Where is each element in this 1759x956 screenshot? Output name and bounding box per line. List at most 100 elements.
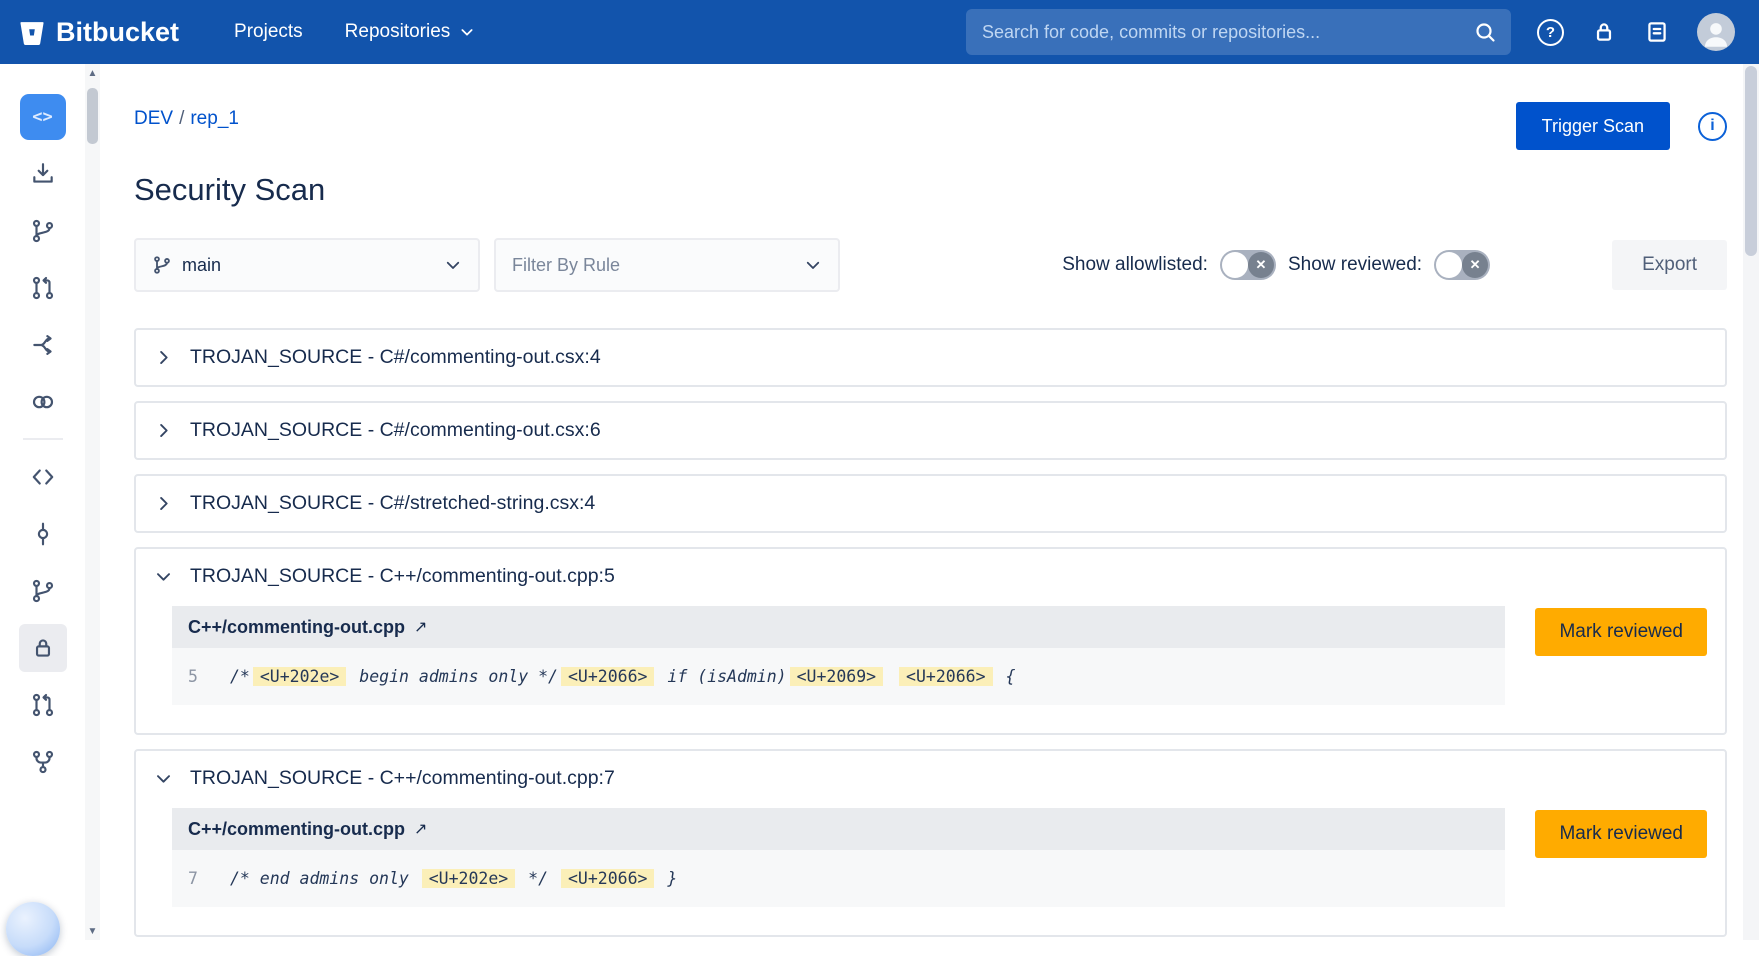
finding-title: TROJAN_SOURCE - C#/stretched-string.csx:… [190, 492, 595, 515]
branch-icon [152, 255, 172, 275]
code-segment: begin admins only */ [349, 667, 558, 686]
sidebar-item-pipelines[interactable] [0, 316, 85, 373]
code-line: 7/* end admins only <U+202e> */ <U+2066>… [172, 850, 1505, 907]
main-content: DEV/rep_1 Trigger Scan i Security Scan m… [100, 64, 1743, 940]
scroll-up-arrow[interactable]: ▲ [85, 64, 100, 82]
branch-selected-value: main [182, 255, 444, 276]
code-line: 5/*<U+202e> begin admins only */<U+2066>… [172, 648, 1505, 705]
file-name: C++/commenting-out.cpp [188, 617, 405, 638]
mark-reviewed-button[interactable]: Mark reviewed [1535, 608, 1707, 656]
findings-list: TROJAN_SOURCE - C#/commenting-out.csx:4 T… [134, 328, 1727, 937]
finding-title: TROJAN_SOURCE - C++/commenting-out.cpp:7 [190, 767, 615, 790]
assistant-bubble[interactable] [6, 902, 60, 956]
sidebar-item-pull-request-2[interactable] [0, 676, 85, 733]
file-link[interactable]: C++/commenting-out.cpp ↗ [172, 808, 1505, 850]
sidebar-item-security-scan[interactable] [0, 619, 85, 676]
show-reviewed-toggle[interactable]: ✕ [1434, 250, 1490, 280]
sidebar-item-forks[interactable] [0, 733, 85, 790]
fork-icon [30, 749, 56, 775]
finding-header[interactable]: TROJAN_SOURCE - C++/commenting-out.cpp:5 [136, 549, 1725, 604]
repository-avatar: <> [20, 94, 66, 140]
page-actions: Trigger Scan i [1516, 102, 1727, 150]
unicode-highlight: <U+202e> [422, 869, 515, 888]
breadcrumb-project-link[interactable]: DEV [134, 108, 173, 129]
finding-item: TROJAN_SOURCE - C++/commenting-out.cpp:7… [134, 749, 1727, 937]
branch-selector[interactable]: main [134, 238, 480, 292]
code-segment: if (isAdmin) [657, 667, 786, 686]
info-icon[interactable]: i [1698, 112, 1727, 141]
sidebar-item-deployments[interactable] [0, 373, 85, 430]
finding-item: TROJAN_SOURCE - C#/commenting-out.csx:4 [134, 328, 1727, 387]
mark-reviewed-button[interactable]: Mark reviewed [1535, 810, 1707, 858]
pull-request-icon [30, 275, 56, 301]
chevron-down-icon[interactable] [154, 567, 173, 586]
finding-item: TROJAN_SOURCE - C#/stretched-string.csx:… [134, 474, 1727, 533]
source-code-icon [30, 464, 56, 490]
page-scrollbar[interactable] [1743, 64, 1759, 940]
file-link[interactable]: C++/commenting-out.cpp↗ [172, 606, 1505, 648]
finding-item: TROJAN_SOURCE - C#/commenting-out.csx:6 [134, 401, 1727, 460]
sidebar-scroll-thumb[interactable] [87, 88, 98, 144]
export-button[interactable]: Export [1612, 240, 1727, 290]
external-link-icon: ↗ [414, 819, 427, 839]
sidebar-item-source[interactable] [0, 448, 85, 505]
filter-by-rule-selector[interactable]: Filter By Rule [494, 238, 840, 292]
bitbucket-logo-icon [18, 18, 46, 46]
scroll-down-arrow[interactable]: ▼ [85, 922, 100, 940]
arrow-up-glyph: ▲ [88, 68, 98, 79]
search-icon[interactable] [1473, 20, 1497, 44]
deployments-icon [30, 389, 56, 415]
code-segment [886, 667, 896, 686]
finding-title: TROJAN_SOURCE - C#/commenting-out.csx:4 [190, 346, 601, 369]
breadcrumb-repo-link[interactable]: rep_1 [190, 108, 239, 129]
finding-header[interactable]: TROJAN_SOURCE - C#/stretched-string.csx:… [136, 476, 1725, 531]
nav-projects[interactable]: Projects [213, 21, 324, 43]
show-reviewed-label: Show reviewed: [1288, 254, 1422, 276]
finding-header[interactable]: TROJAN_SOURCE - C#/commenting-out.csx:4 [136, 330, 1725, 385]
code-segment: /* [230, 667, 250, 686]
nav-repositories[interactable]: Repositories [324, 21, 497, 43]
sidebar-item-branch-list[interactable] [0, 562, 85, 619]
help-icon[interactable]: ? [1537, 19, 1564, 46]
chevron-right-icon[interactable] [154, 348, 173, 367]
breadcrumb: DEV/rep_1 [134, 102, 239, 130]
toggle-group: Show allowlisted: ✕ Show reviewed: ✕ [1062, 250, 1502, 280]
arrow-down-glyph: ▼ [88, 926, 98, 937]
show-allowlisted-toggle[interactable]: ✕ [1220, 250, 1276, 280]
sidebar-scroll-track[interactable] [85, 82, 100, 922]
page-title: Security Scan [134, 172, 1727, 208]
chevron-down-icon [459, 24, 475, 40]
branches-icon [30, 578, 56, 604]
file-name: C++/commenting-out.cpp [188, 819, 405, 840]
feedback-icon[interactable] [1644, 19, 1670, 45]
sidebar-icon-rail: <> [0, 64, 85, 940]
global-search [966, 9, 1511, 55]
left-sidebar: <> [0, 64, 100, 940]
sidebar-scrollbar[interactable]: ▲ ▼ [85, 64, 100, 940]
sidebar-item-clone[interactable] [0, 145, 85, 202]
sidebar-item-repository[interactable]: <> [0, 88, 85, 145]
chevron-down-icon[interactable] [154, 769, 173, 788]
page-scroll-thumb[interactable] [1745, 66, 1757, 256]
search-input[interactable] [966, 9, 1511, 55]
finding-header[interactable]: TROJAN_SOURCE - C#/commenting-out.csx:6 [136, 403, 1725, 458]
chevron-right-icon[interactable] [154, 494, 173, 513]
lock-icon[interactable] [1591, 19, 1617, 45]
sidebar-item-commits[interactable] [0, 505, 85, 562]
finding-header[interactable]: TROJAN_SOURCE - C++/commenting-out.cpp:7 [136, 751, 1725, 806]
pipelines-icon [30, 332, 56, 358]
top-navigation: Bitbucket Projects Repositories ? [0, 0, 1759, 64]
trigger-scan-button[interactable]: Trigger Scan [1516, 102, 1670, 150]
nav-projects-label: Projects [234, 21, 303, 43]
unicode-highlight: <U+2066> [561, 667, 654, 686]
toggle-knob [1222, 252, 1248, 278]
sidebar-item-pull-requests[interactable] [0, 259, 85, 316]
commit-icon [30, 521, 56, 547]
unicode-highlight: <U+2066> [561, 869, 654, 888]
code-text: /* end admins only <U+202e> */ <U+2066> … [230, 869, 677, 888]
unicode-highlight: <U+2069> [790, 667, 883, 686]
sidebar-item-branches[interactable] [0, 202, 85, 259]
chevron-right-icon[interactable] [154, 421, 173, 440]
bitbucket-home-link[interactable]: Bitbucket [18, 17, 179, 48]
user-avatar[interactable] [1697, 13, 1735, 51]
